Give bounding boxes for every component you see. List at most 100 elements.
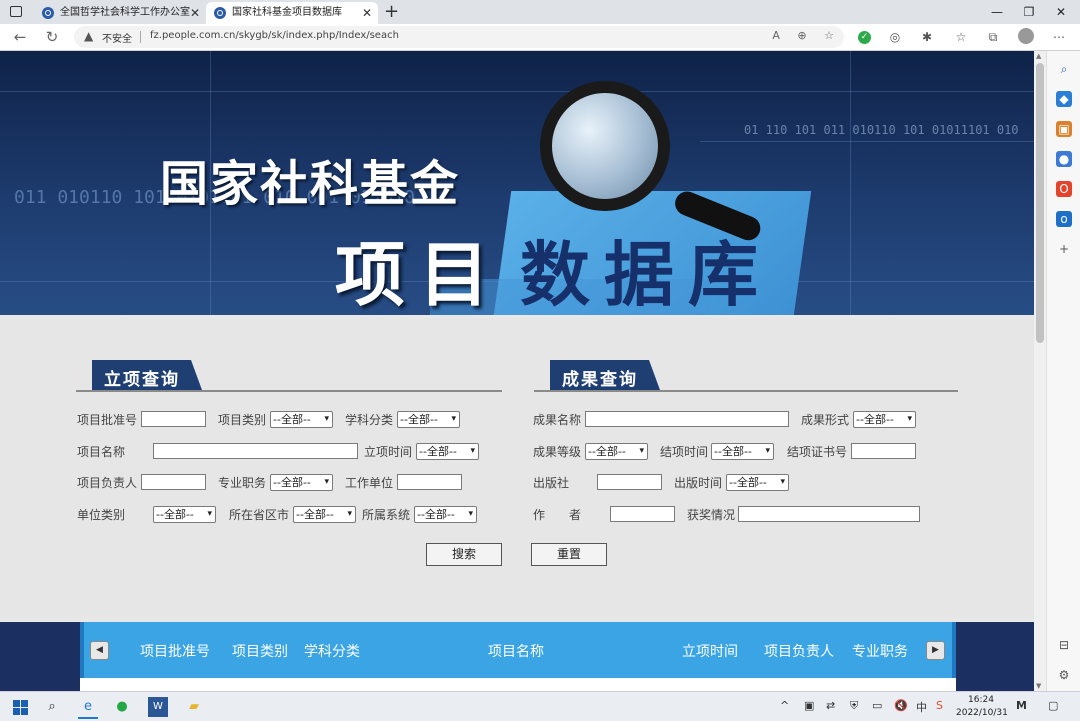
scroll-left-arrow-icon[interactable]: ◀ <box>90 641 109 660</box>
approval-no-label: 项目批准号 <box>77 413 138 427</box>
extension-shield-icon[interactable]: ✓ <box>858 31 871 44</box>
column-header-project-type[interactable]: 项目类别 <box>232 641 288 661</box>
tab-title: 全国哲学社会科学工作办公室 <box>60 7 190 18</box>
project-name-input[interactable] <box>153 443 358 459</box>
publisher-label: 出版社 <box>533 476 570 490</box>
project-query-header: 立项查询 <box>76 360 502 392</box>
sidebar-toggle-icon[interactable]: ⊟ <box>1056 637 1072 653</box>
url-text[interactable]: fz.people.com.cn/skygb/sk/index.php/Inde… <box>150 30 399 41</box>
close-tab-icon[interactable]: ✕ <box>362 2 372 24</box>
file-explorer-icon[interactable]: ▰ <box>184 697 204 717</box>
collections-icon[interactable]: ⧉ <box>984 28 1002 46</box>
scroll-up-icon[interactable]: ▲ <box>1036 52 1041 60</box>
tray-antivirus-icon[interactable]: S <box>936 699 943 712</box>
close-tab-icon[interactable]: ✕ <box>190 2 200 24</box>
awards-input[interactable] <box>738 506 920 522</box>
unit-type-select[interactable]: --全部-- ▾ <box>153 506 216 523</box>
tray-shield-icon[interactable]: ⛨ <box>850 699 858 713</box>
more-menu-icon[interactable]: ⋯ <box>1050 28 1068 46</box>
browser-tab-1[interactable]: 全国哲学社会科学工作办公室 ✕ <box>34 2 206 24</box>
conclusion-time-select[interactable]: --全部-- ▾ <box>711 443 774 460</box>
read-aloud-icon[interactable]: A <box>772 29 780 42</box>
url-field[interactable]: ▲ 不安全 fz.people.com.cn/skygb/sk/index.ph… <box>74 26 844 48</box>
magnifying-glass-icon <box>540 81 670 211</box>
publisher-input[interactable] <box>597 474 662 490</box>
reset-button[interactable]: 重置 <box>531 543 607 566</box>
add-icon[interactable]: + <box>1056 241 1072 257</box>
refresh-icon[interactable]: ↻ <box>42 27 62 47</box>
page-scrollbar[interactable]: ▲ ▼ <box>1034 51 1046 691</box>
office-icon[interactable]: O <box>1056 181 1072 197</box>
back-arrow-icon[interactable]: ← <box>10 27 30 47</box>
edge-browser-icon[interactable]: e <box>78 697 98 719</box>
result-form-select[interactable]: --全部-- ▾ <box>853 411 916 428</box>
input-indicator-icon[interactable]: M <box>1016 699 1027 712</box>
tray-chevron-icon[interactable]: ^ <box>780 699 789 712</box>
column-header-approval-time[interactable]: 立项时间 <box>682 641 738 661</box>
column-header-title-rank[interactable]: 专业职务 <box>852 641 908 661</box>
approval-time-select[interactable]: --全部-- ▾ <box>416 443 479 460</box>
column-header-discipline[interactable]: 学科分类 <box>304 641 360 661</box>
extensions-puzzle-icon[interactable]: ✱ <box>918 28 936 46</box>
profile-avatar[interactable] <box>1018 28 1034 44</box>
divider <box>140 31 141 43</box>
project-type-select[interactable]: --全部-- ▾ <box>270 411 333 428</box>
chevron-down-icon: ▾ <box>907 414 912 424</box>
search-icon[interactable]: ⌕ <box>42 697 62 717</box>
system-clock[interactable]: 16:24 2022/10/31 <box>956 694 1008 720</box>
word-icon[interactable]: W <box>148 697 168 717</box>
author-input[interactable] <box>610 506 675 522</box>
result-name-input[interactable] <box>585 411 789 427</box>
browser-tab-2-active[interactable]: 国家社科基金项目数据库 ✕ <box>206 2 378 24</box>
tab-actions-icon[interactable] <box>10 6 22 17</box>
minimize-button[interactable]: — <box>982 0 1012 24</box>
tools-icon[interactable]: ▣ <box>1056 121 1072 137</box>
input-method-icon[interactable]: 中 <box>916 699 927 715</box>
favorite-star-icon[interactable]: ☆ <box>824 29 834 42</box>
work-unit-input[interactable] <box>397 474 462 490</box>
province-label: 所在省区市 <box>229 508 290 522</box>
extension-icon[interactable]: ◎ <box>886 28 904 46</box>
approval-no-input[interactable] <box>141 411 206 427</box>
restore-button[interactable]: ❐ <box>1014 0 1044 24</box>
scrollbar-thumb[interactable] <box>1036 63 1044 343</box>
tray-battery-icon[interactable]: ▭ <box>872 699 882 712</box>
new-tab-button[interactable]: + <box>384 0 399 24</box>
discipline-select[interactable]: --全部-- ▾ <box>397 411 460 428</box>
tray-sync-icon[interactable]: ⇄ <box>826 699 835 712</box>
column-header-project-name[interactable]: 项目名称 <box>488 641 544 661</box>
leader-label: 项目负责人 <box>77 476 138 490</box>
wechat-icon[interactable]: ● <box>112 697 132 717</box>
tray-app-icon[interactable]: ▣ <box>804 699 814 712</box>
header-edge <box>952 622 956 678</box>
scroll-down-icon[interactable]: ▼ <box>1036 682 1041 690</box>
favorites-icon[interactable]: ☆ <box>952 28 970 46</box>
zoom-icon[interactable]: ⊕ <box>797 29 806 42</box>
binary-decoration: 01 110 101 011 010110 101 01011101 010 <box>744 123 1019 137</box>
site-favicon-icon <box>214 7 226 19</box>
leader-input[interactable] <box>141 474 206 490</box>
system-select[interactable]: --全部-- ▾ <box>414 506 477 523</box>
scroll-right-arrow-icon[interactable]: ▶ <box>926 641 945 660</box>
chevron-down-icon: ▾ <box>468 509 473 519</box>
result-grade-select[interactable]: --全部-- ▾ <box>585 443 648 460</box>
search-button[interactable]: 搜索 <box>426 543 502 566</box>
people-icon[interactable]: ● <box>1056 151 1072 167</box>
search-icon[interactable]: ⌕ <box>1056 61 1072 77</box>
outlook-icon[interactable]: o <box>1056 211 1072 227</box>
publish-time-select[interactable]: --全部-- ▾ <box>726 474 789 491</box>
column-header-leader[interactable]: 项目负责人 <box>764 641 834 661</box>
results-table-body <box>80 678 956 692</box>
shopping-tag-icon[interactable]: ◆ <box>1056 91 1072 107</box>
notification-icon[interactable]: ▢ <box>1048 699 1058 712</box>
column-header-approval-no[interactable]: 项目批准号 <box>140 641 210 661</box>
close-window-button[interactable]: ✕ <box>1046 0 1076 24</box>
certificate-no-input[interactable] <box>851 443 916 459</box>
banner-title-line2-left: 项目 <box>335 234 503 315</box>
gear-icon[interactable]: ⚙ <box>1056 667 1072 683</box>
title-rank-select[interactable]: --全部-- ▾ <box>270 474 333 491</box>
security-label[interactable]: 不安全 <box>102 30 132 45</box>
province-select[interactable]: --全部-- ▾ <box>293 506 356 523</box>
volume-mute-icon[interactable]: 🔇 <box>894 699 908 712</box>
windows-start-icon[interactable] <box>10 697 30 717</box>
